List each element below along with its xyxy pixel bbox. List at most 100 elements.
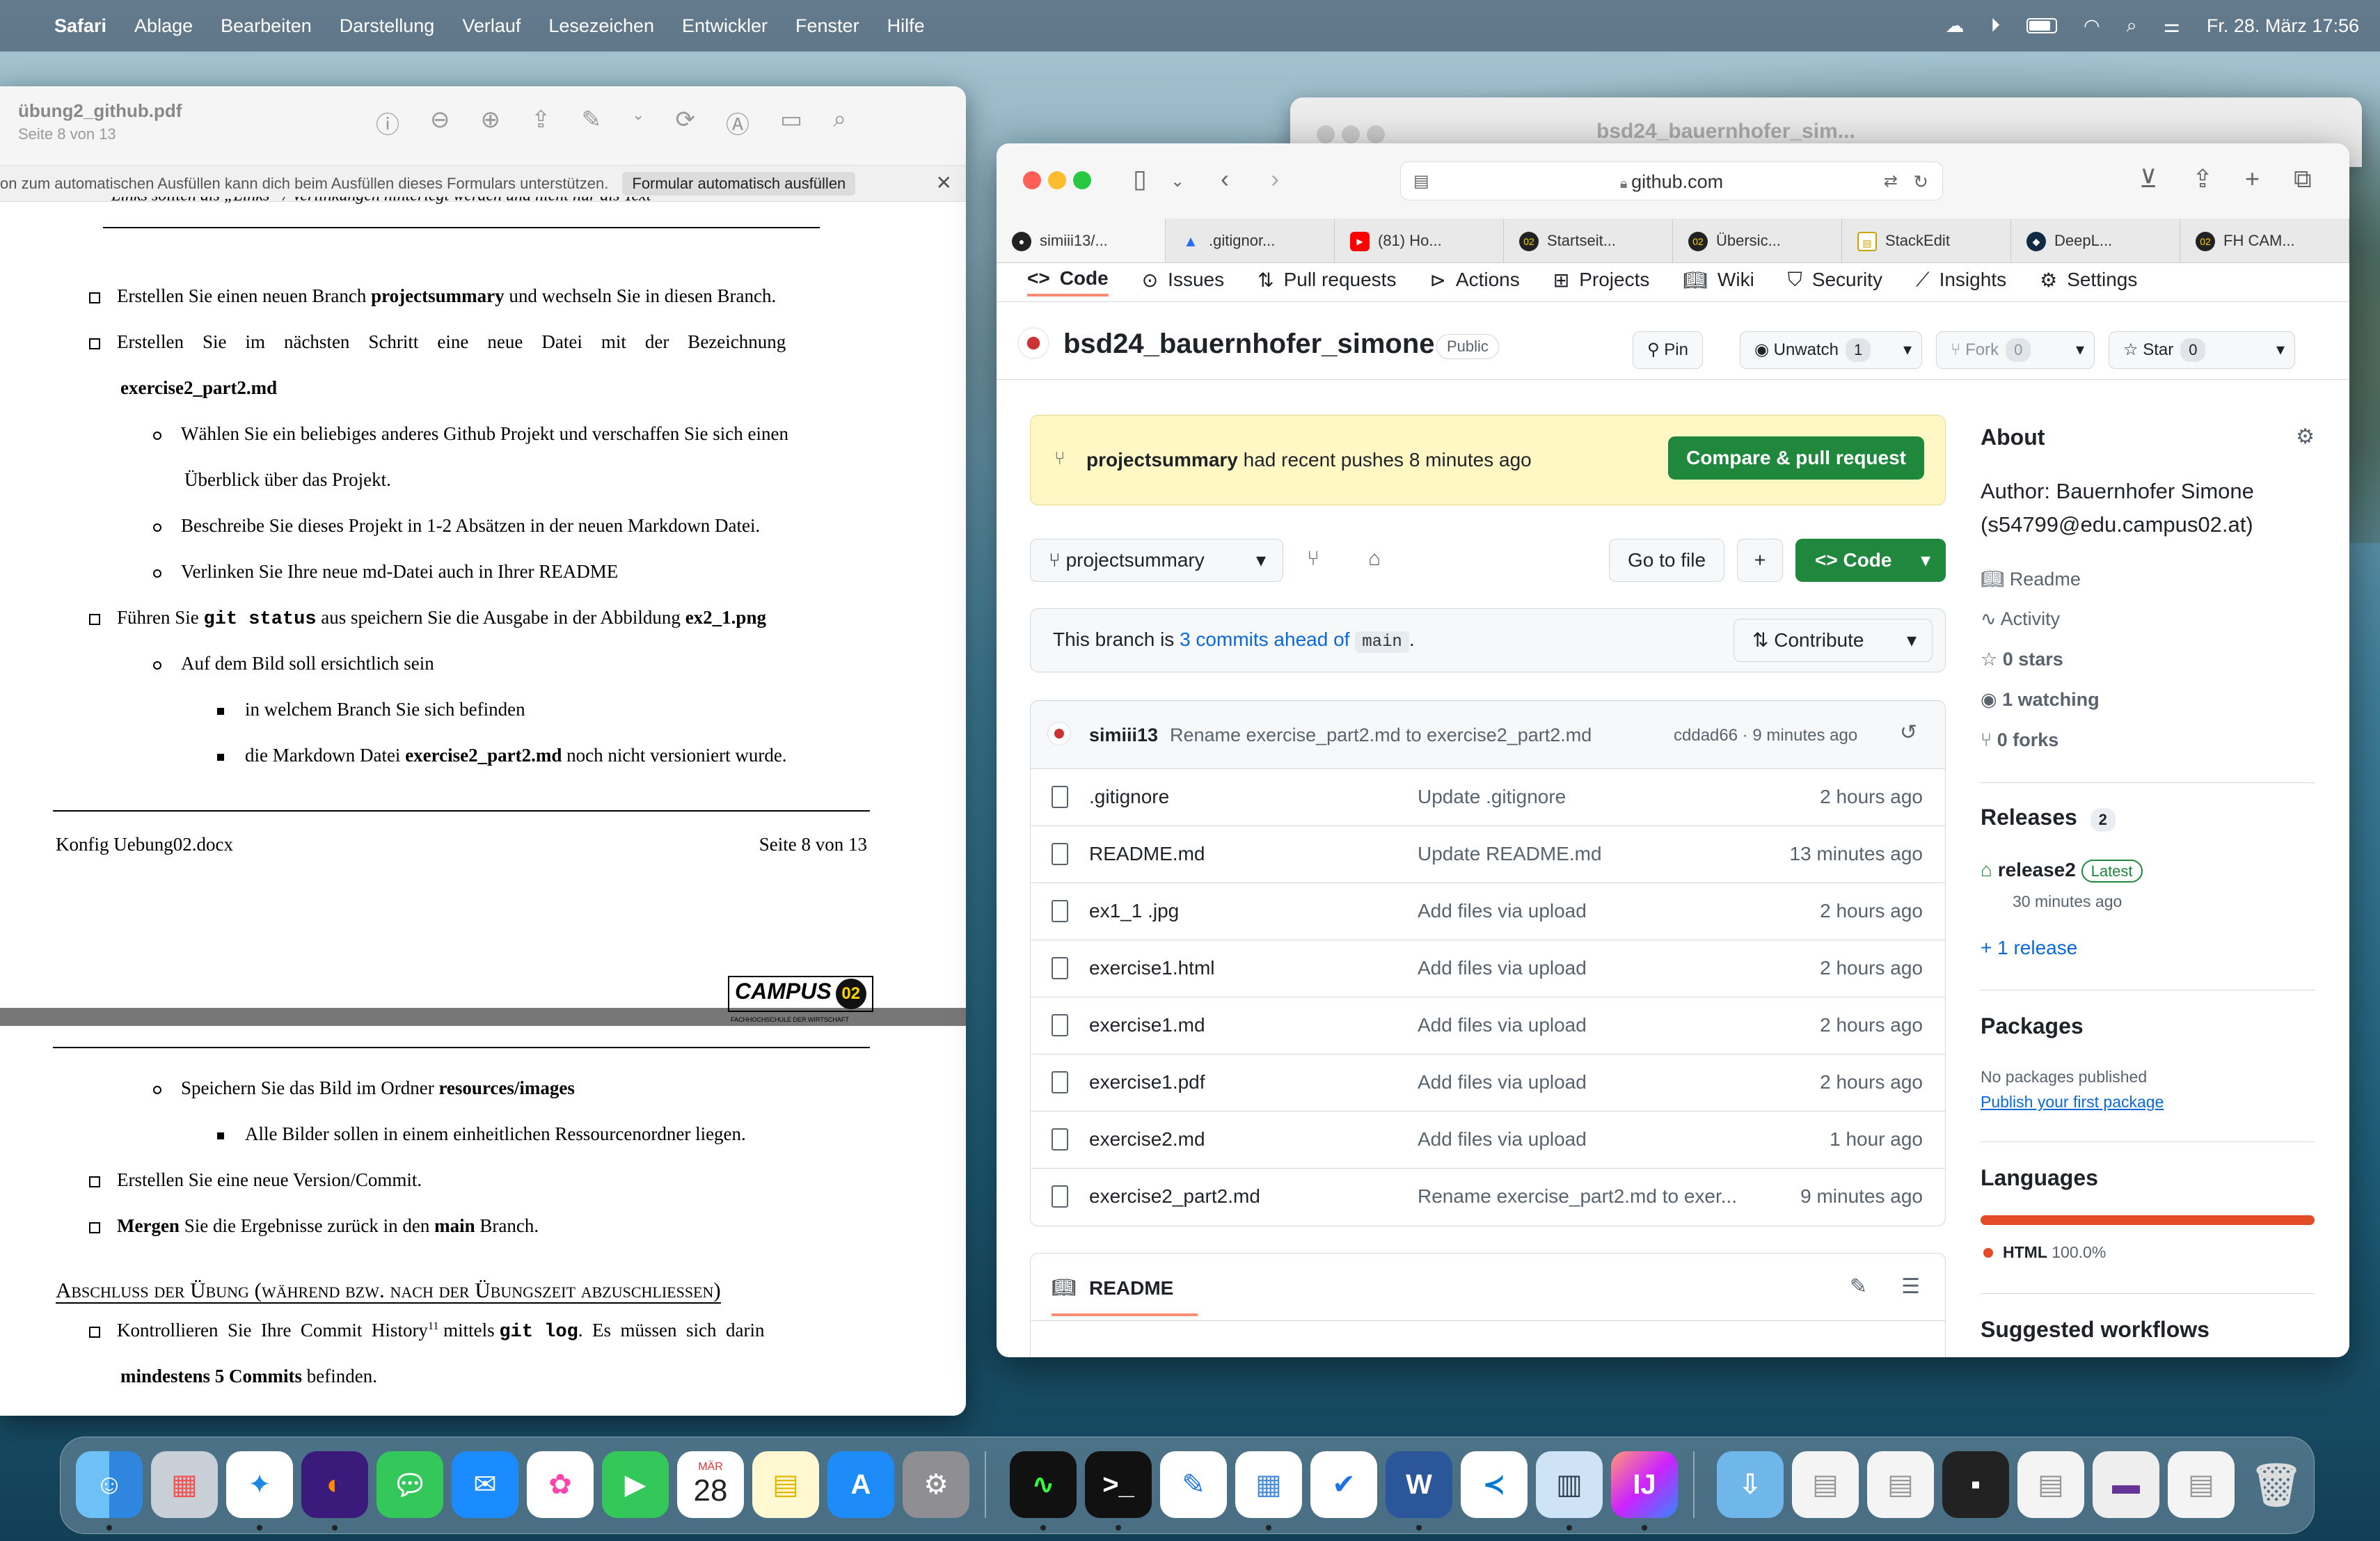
commit-author[interactable]: simiii13 — [1089, 725, 1158, 746]
file-row[interactable]: exercise1.html Add files via upload 2 hour… — [1031, 940, 1945, 997]
diagram-app-icon[interactable]: ▦ — [1235, 1451, 1302, 1518]
markup-pen-icon[interactable]: ✎ — [582, 106, 602, 140]
todo-icon[interactable]: ✔ — [1310, 1451, 1377, 1518]
gear-icon[interactable]: ⚙ — [2296, 425, 2315, 449]
zoom-out-icon[interactable]: ⊖ — [430, 106, 450, 140]
info-icon[interactable]: ⓘ — [376, 106, 399, 140]
spotlight-search-icon[interactable]: ⌕ — [2127, 15, 2137, 37]
notes-icon[interactable]: ▤ — [752, 1451, 819, 1518]
document-thumbnail-icon[interactable]: ▬ — [2093, 1451, 2159, 1518]
forward-icon[interactable]: › — [1271, 164, 1279, 193]
readme-title[interactable]: README — [1089, 1277, 1173, 1299]
file-row[interactable]: exercise2.md Add files via upload 1 hour a… — [1031, 1112, 1945, 1169]
star-button[interactable]: ☆ Star 0 ▾ — [2109, 331, 2295, 369]
launchpad-icon[interactable]: ▦ — [151, 1451, 218, 1518]
nav-security[interactable]: ⛉ Security — [1788, 263, 1882, 297]
nav-issues[interactable]: ⊙ Issues — [1142, 263, 1224, 297]
publish-package-link[interactable]: Publish your first package — [1981, 1093, 2164, 1112]
file-row[interactable]: .gitignore Update .gitignore 2 hours ago — [1031, 769, 1945, 826]
terminal-icon[interactable]: >_ — [1085, 1451, 1152, 1518]
file-row[interactable]: ex1_1 .jpg Add files via upload 2 hours ag… — [1031, 883, 1945, 940]
menu-verlauf[interactable]: Verlauf — [462, 15, 521, 37]
file-row[interactable]: README.md Update README.md 13 minutes ago — [1031, 826, 1945, 883]
activity-link[interactable]: ∿ Activity — [1981, 608, 2060, 630]
commits-ahead-link[interactable]: 3 commits ahead of — [1180, 629, 1349, 650]
tab-github[interactable]: ● simiii13/... — [997, 219, 1166, 262]
document-thumbnail-icon[interactable]: ▤ — [1792, 1451, 1859, 1518]
menu-clock[interactable]: Fr. 28. März 17:56 — [2207, 15, 2359, 37]
file-commit-message[interactable]: Add files via upload — [1418, 900, 1587, 922]
file-commit-message[interactable]: Add files via upload — [1418, 1128, 1587, 1151]
window-thumbnail-icon[interactable]: ▪ — [1942, 1451, 2009, 1518]
pin-button[interactable]: ⚲ Pin — [1633, 331, 1703, 369]
preview-icon[interactable]: ▥ — [1536, 1451, 1603, 1518]
battery-icon[interactable] — [2026, 18, 2057, 33]
go-to-file-button[interactable]: Go to file — [1609, 539, 1725, 582]
commit-meta[interactable]: cddad66 · 9 minutes ago — [1674, 726, 1857, 745]
nav-projects[interactable]: ⊞ Projects — [1553, 263, 1650, 297]
branch-selector[interactable]: ⑂ projectsummary ▾ — [1030, 539, 1283, 582]
menu-lesezeichen[interactable]: Lesezeichen — [548, 15, 654, 37]
tab-deepl[interactable]: ◆ DeepL... — [2011, 219, 2180, 262]
facetime-icon[interactable]: ▶ — [602, 1451, 669, 1518]
play-icon[interactable]: ⏵ — [1990, 15, 2000, 37]
annotate-icon[interactable]: Ⓐ — [726, 106, 749, 140]
mail-icon[interactable]: ✉ — [452, 1451, 518, 1518]
file-name[interactable]: exercise1.pdf — [1089, 1071, 1205, 1093]
menu-ablage[interactable]: Ablage — [134, 15, 193, 37]
autofill-button[interactable]: Formular automatisch ausfüllen — [622, 171, 856, 196]
menu-entwickler[interactable]: Entwickler — [682, 15, 768, 37]
app-store-icon[interactable]: A — [827, 1451, 894, 1518]
code-button[interactable]: <> Code ▾ — [1795, 539, 1946, 582]
sidebar-icon[interactable]: ▯ — [1133, 164, 1147, 193]
file-name[interactable]: exercise2_part2.md — [1089, 1185, 1260, 1208]
word-icon[interactable]: W — [1386, 1451, 1452, 1518]
nav-settings[interactable]: ⚙ Settings — [2040, 263, 2137, 297]
file-name[interactable]: exercise2.md — [1089, 1128, 1205, 1151]
tab-overview-icon[interactable]: ⧉ — [2294, 164, 2312, 194]
document-thumbnail-icon[interactable]: ▤ — [1867, 1451, 1934, 1518]
nav-code[interactable]: <> Code — [1027, 263, 1109, 297]
reload-icon[interactable]: ↻ — [1913, 162, 1928, 201]
tab-startseite[interactable]: 02 Startseit... — [1504, 219, 1673, 262]
downloads-folder-icon[interactable]: ⇩ — [1717, 1451, 1784, 1518]
edit-pencil-icon[interactable]: ✎ — [1850, 1274, 1867, 1299]
file-name[interactable]: ex1_1 .jpg — [1089, 900, 1179, 922]
cloud-icon[interactable]: ☁ — [1945, 15, 1964, 37]
repo-name[interactable]: bsd24_bauernhofer_simone — [1063, 329, 1435, 360]
file-commit-message[interactable]: Update .gitignore — [1418, 786, 1566, 808]
file-row[interactable]: exercise1.pdf Add files via upload 2 hours… — [1031, 1054, 1945, 1112]
readme-link[interactable]: 📖︎ Readme — [1981, 568, 2081, 590]
more-releases-link[interactable]: + 1 release — [1981, 937, 2077, 959]
new-tab-icon[interactable]: + — [2245, 164, 2260, 193]
document-thumbnail-icon[interactable]: ▤ — [2168, 1451, 2235, 1518]
nav-wiki[interactable]: 📖︎ Wiki — [1683, 263, 1754, 297]
watching-link[interactable]: ◉ 1 watching — [1981, 689, 2100, 711]
menu-hilfe[interactable]: Hilfe — [887, 15, 925, 37]
control-center-icon[interactable]: ⚌ — [2164, 15, 2180, 37]
stars-link[interactable]: ☆ 0 stars — [1981, 649, 2063, 670]
menu-darstellung[interactable]: Darstellung — [340, 15, 435, 37]
chevron-down-icon[interactable]: ⌄ — [1171, 171, 1184, 191]
menu-fenster[interactable]: Fenster — [795, 15, 859, 37]
share-icon[interactable]: ⇪ — [531, 106, 551, 140]
file-name[interactable]: exercise1.html — [1089, 957, 1215, 979]
avatar[interactable] — [1017, 327, 1049, 359]
signature-icon[interactable]: ▭ — [780, 106, 802, 140]
tag-icon[interactable]: ⌂ — [1368, 547, 1381, 571]
menu-bearbeiten[interactable]: Bearbeiten — [221, 15, 312, 37]
zoom-in-icon[interactable]: ⊕ — [481, 106, 501, 140]
back-icon[interactable]: ‹ — [1221, 164, 1229, 193]
vscode-icon[interactable]: ≺ — [1461, 1451, 1528, 1518]
commit-message[interactable]: Rename exercise_part2.md to exercise2_pa… — [1170, 725, 1592, 746]
freeform-icon[interactable]: ✎ — [1160, 1451, 1227, 1518]
close-button-inactive[interactable] — [1317, 125, 1335, 143]
releases-heading[interactable]: Releases 2 — [1981, 805, 2116, 832]
file-commit-message[interactable]: Add files via upload — [1418, 957, 1587, 979]
activity-monitor-icon[interactable]: ∿ — [1010, 1451, 1077, 1518]
file-name[interactable]: .gitignore — [1089, 786, 1169, 808]
document-thumbnail-icon[interactable]: ▤ — [2017, 1451, 2084, 1518]
close-button[interactable] — [1023, 171, 1041, 189]
address-bar[interactable]: ▤ 🔒︎ github.com ⇄ ↻ — [1400, 161, 1943, 200]
calendar-icon[interactable]: MÄR 28 — [677, 1451, 744, 1518]
